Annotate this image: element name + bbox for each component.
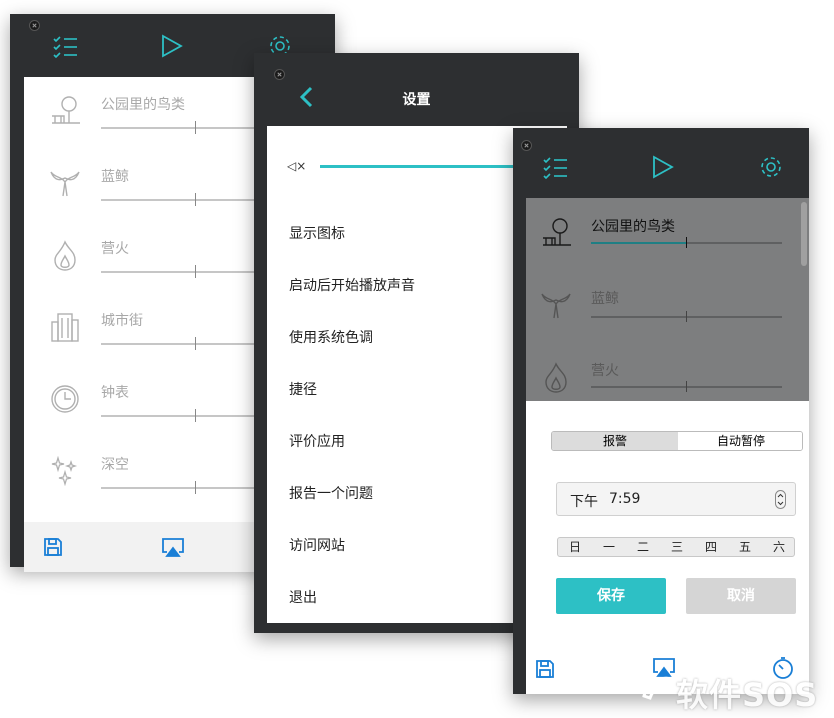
- volume-slider-knob[interactable]: [195, 121, 196, 134]
- close-icon[interactable]: [29, 20, 40, 31]
- weekday-selector[interactable]: 日 一 二 三 四 五 六: [557, 537, 795, 557]
- menu-item-show-icon[interactable]: 显示图标: [289, 223, 345, 243]
- day-wed[interactable]: 三: [660, 538, 694, 556]
- watermark-text: 软件SOS: [676, 676, 819, 714]
- menu-item-report-issue[interactable]: 报告一个问题: [289, 483, 373, 503]
- menu-item-shortcuts[interactable]: 捷径: [289, 379, 317, 399]
- day-thu[interactable]: 四: [694, 538, 728, 556]
- volume-slider-knob[interactable]: [195, 337, 196, 350]
- sound-label: 蓝鲸: [101, 169, 129, 185]
- whale-tail-icon: [49, 168, 81, 198]
- sound-item[interactable]: 蓝鲸: [526, 288, 809, 360]
- save-icon[interactable]: [43, 537, 63, 557]
- cancel-button[interactable]: 取消: [686, 578, 796, 614]
- save-icon[interactable]: [535, 659, 555, 679]
- sound-label: 钟表: [101, 385, 129, 401]
- volume-slider-knob[interactable]: [686, 237, 687, 248]
- close-icon[interactable]: [274, 69, 285, 80]
- close-icon[interactable]: [521, 140, 532, 151]
- airplay-icon[interactable]: [161, 537, 185, 557]
- clock-icon: [50, 384, 80, 414]
- watermark: 软件SOS: [640, 668, 830, 714]
- day-tue[interactable]: 二: [626, 538, 660, 556]
- sound-label: 蓝鲸: [591, 291, 619, 307]
- day-sun[interactable]: 日: [558, 538, 592, 556]
- alarm-form: 报警 自动暂停 下午 7:59 日 一 二 三 四 五 六 保存 取消: [526, 401, 809, 644]
- menu-item-quit[interactable]: 退出: [289, 587, 317, 607]
- time-stepper[interactable]: [775, 490, 786, 509]
- building-icon: [50, 312, 80, 342]
- play-icon[interactable]: [652, 155, 674, 179]
- whale-tail-icon: [540, 290, 572, 320]
- dimmed-sound-list: 公园里的鸟类 蓝鲸 营火: [526, 198, 809, 401]
- volume-slider-knob[interactable]: [686, 311, 687, 322]
- tab-alarm[interactable]: 报警: [552, 432, 678, 450]
- sound-label: 城市街: [101, 313, 143, 329]
- settings-title: 设置: [402, 92, 431, 108]
- save-button[interactable]: 保存: [556, 578, 666, 614]
- menu-item-visit-website[interactable]: 访问网站: [289, 535, 345, 555]
- checklist-icon[interactable]: [542, 156, 568, 180]
- gear-icon[interactable]: [759, 155, 783, 179]
- sound-label: 营火: [591, 363, 619, 379]
- watermark-logo-icon: [642, 676, 675, 700]
- menu-item-system-tint[interactable]: 使用系统色调: [289, 327, 373, 347]
- sound-label: 营火: [101, 241, 129, 257]
- volume-slider-knob[interactable]: [195, 409, 196, 422]
- volume-slider-knob[interactable]: [686, 381, 687, 392]
- volume-slider-knob[interactable]: [195, 481, 196, 494]
- flame-icon: [51, 240, 79, 272]
- day-fri[interactable]: 五: [728, 538, 762, 556]
- play-icon[interactable]: [161, 34, 183, 58]
- day-sat[interactable]: 六: [762, 538, 796, 556]
- timer-window: 公园里的鸟类 蓝鲸 营火 报警 自动暂停 下午 7:59 日 一 二 三 四 五…: [513, 128, 809, 694]
- mute-icon[interactable]: ◁×: [287, 159, 306, 173]
- sound-item[interactable]: 公园里的鸟类: [526, 216, 809, 288]
- tab-auto-pause[interactable]: 自动暂停: [678, 432, 802, 450]
- menu-item-rate-app[interactable]: 评价应用: [289, 431, 345, 451]
- day-mon[interactable]: 一: [592, 538, 626, 556]
- volume-slider-knob[interactable]: [195, 193, 196, 206]
- sound-label: 公园里的鸟类: [101, 97, 185, 113]
- time-value[interactable]: 7:59: [609, 491, 640, 507]
- time-ampm[interactable]: 下午: [570, 491, 598, 511]
- volume-slider-fill: [591, 242, 686, 244]
- time-picker[interactable]: 下午 7:59: [556, 482, 796, 516]
- sound-label: 公园里的鸟类: [591, 219, 675, 235]
- checklist-icon[interactable]: [52, 35, 78, 59]
- sparkles-icon: [50, 456, 80, 486]
- park-icon: [49, 94, 81, 126]
- menu-item-autoplay[interactable]: 启动后开始播放声音: [289, 275, 415, 295]
- flame-icon: [542, 362, 570, 394]
- sound-label: 深空: [101, 457, 129, 473]
- park-icon: [540, 216, 572, 248]
- mode-segmented-control[interactable]: 报警 自动暂停: [551, 431, 803, 451]
- volume-slider-knob[interactable]: [195, 265, 196, 278]
